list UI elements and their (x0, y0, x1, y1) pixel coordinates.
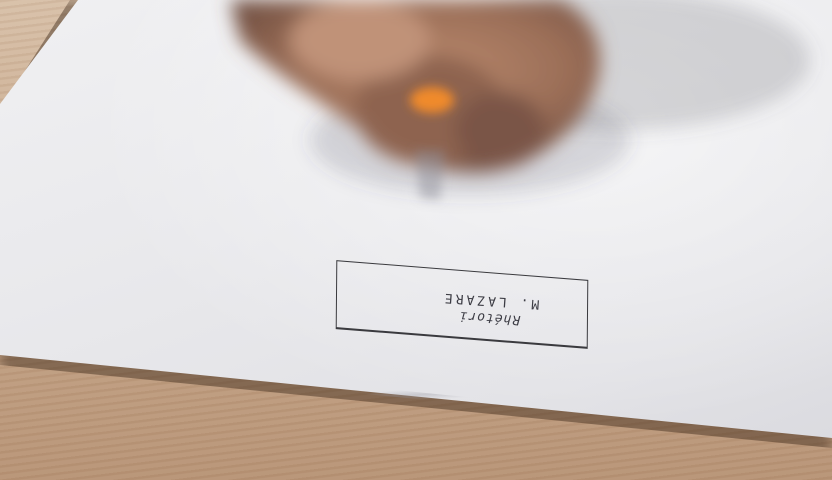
hand-with-pencil (230, 0, 810, 200)
photo-scene: Rhétori M. LAZARE (0, 0, 832, 480)
hand (230, 0, 600, 173)
